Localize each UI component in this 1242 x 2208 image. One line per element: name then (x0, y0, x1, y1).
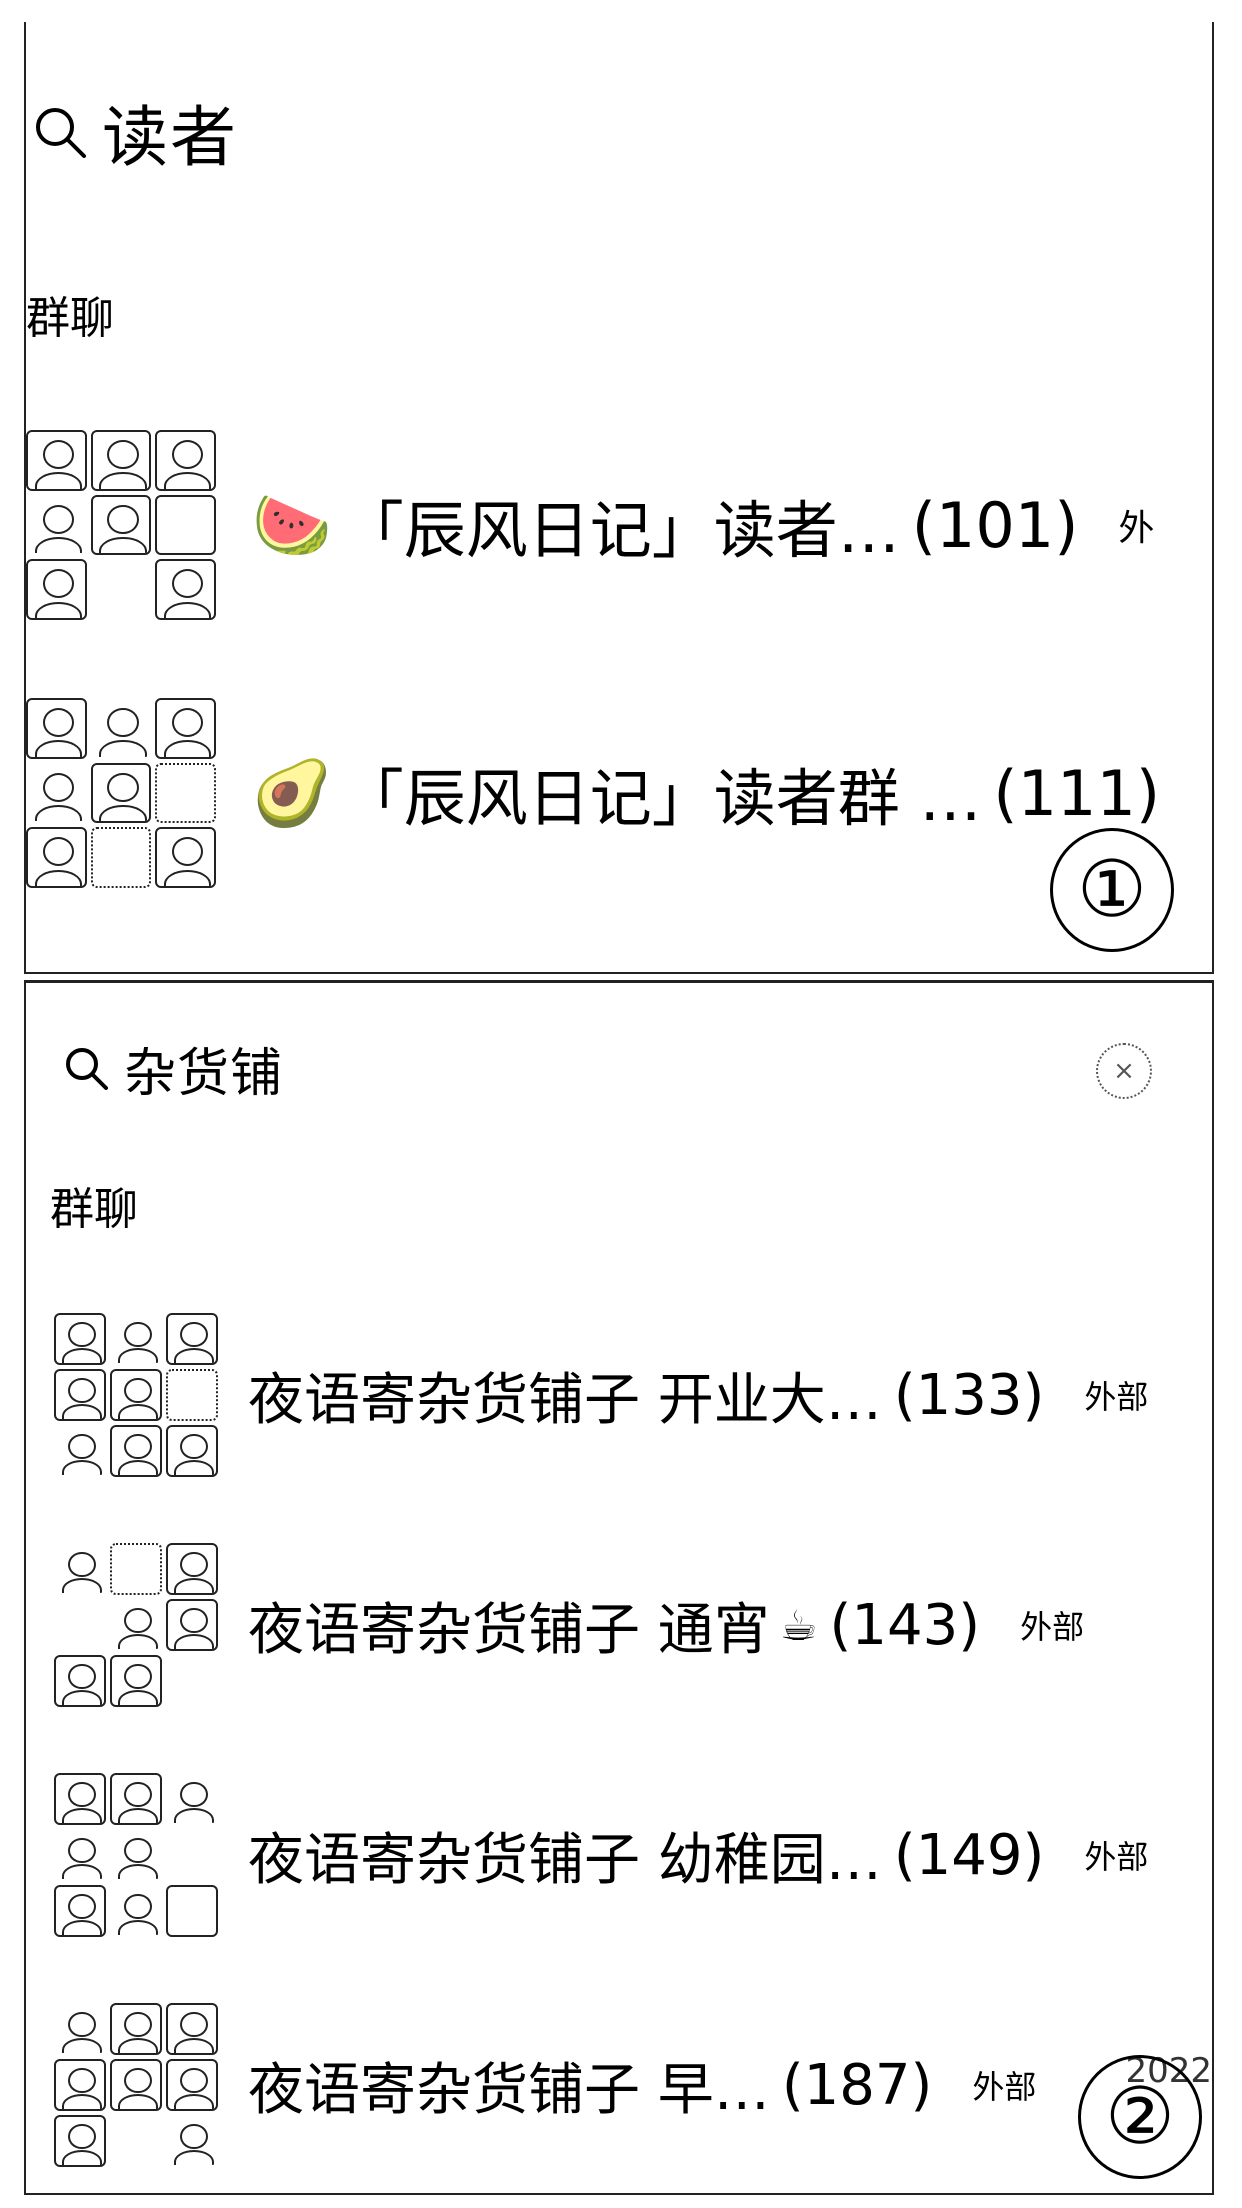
panel-number-badge: ② (1078, 2055, 1202, 2179)
search-icon (32, 104, 88, 160)
watermelon-icon: 🍉 (252, 488, 332, 563)
search-panel-2: 杂货铺 × 群聊 夜语寄杂货铺子 开业大… (133) 外部 夜语寄杂货铺子 通… (24, 980, 1214, 2195)
member-count: (101) (911, 488, 1079, 562)
search-panel-1: 读者 群聊 🍉 「辰风日记」读者… (101) 外 🥑 「辰风日记」读者群 … … (24, 22, 1214, 974)
search-bar[interactable]: 杂货铺 (62, 1023, 283, 1113)
avatar (26, 698, 216, 888)
list-item[interactable]: 夜语寄杂货铺子 幼稚园… (149) 外部 (26, 1773, 1212, 1937)
avatar (26, 430, 216, 620)
member-count: (111) (993, 756, 1161, 830)
search-icon (62, 1044, 110, 1092)
list-item[interactable]: 夜语寄杂货铺子 早… (187) 外部 (26, 2003, 1212, 2167)
search-bar[interactable]: 读者 (32, 82, 238, 182)
group-name: 「辰风日记」读者群 … (341, 762, 982, 835)
group-name: 「辰风日记」读者… (341, 494, 900, 567)
member-count: (133) (893, 1362, 1045, 1428)
list-item[interactable]: 夜语寄杂货铺子 通宵 ☕ (143) 外部 (26, 1543, 1212, 1707)
search-input[interactable]: 杂货铺 (124, 1031, 283, 1106)
external-tag: 外部 (1084, 1838, 1149, 1876)
avatar (54, 2003, 218, 2167)
external-tag: 外部 (972, 2068, 1037, 2106)
list-item[interactable]: 🍉 「辰风日记」读者… (101) 外 (26, 430, 1212, 620)
member-count: (187) (781, 2052, 933, 2118)
search-input[interactable]: 读者 (102, 84, 238, 180)
member-count: (149) (893, 1822, 1045, 1888)
avocado-icon: 🥑 (252, 756, 332, 831)
panel-number-badge: ① (1050, 828, 1174, 952)
section-label-group-chats: 群聊 (50, 1184, 138, 1235)
group-name: 夜语寄杂货铺子 幼稚园… (248, 1827, 882, 1893)
avatar (54, 1773, 218, 1937)
section-label-group-chats: 群聊 (26, 293, 114, 344)
list-item[interactable]: 🥑 「辰风日记」读者群 … (111) (26, 698, 1212, 888)
avatar (54, 1313, 218, 1477)
clear-icon[interactable]: × (1096, 1043, 1152, 1099)
member-count: (143) (829, 1592, 981, 1658)
avatar (54, 1543, 218, 1707)
external-tag: 外部 (1020, 1608, 1085, 1646)
group-name: 夜语寄杂货铺子 通宵 (248, 1597, 770, 1663)
group-name: 夜语寄杂货铺子 早… (248, 2057, 770, 2123)
coffee-icon: ☕ (779, 1600, 818, 1650)
external-tag: 外 (1118, 508, 1155, 549)
group-name: 夜语寄杂货铺子 开业大… (248, 1367, 882, 1433)
external-tag: 外部 (1084, 1378, 1149, 1416)
list-item[interactable]: 夜语寄杂货铺子 开业大… (133) 外部 (26, 1313, 1212, 1477)
